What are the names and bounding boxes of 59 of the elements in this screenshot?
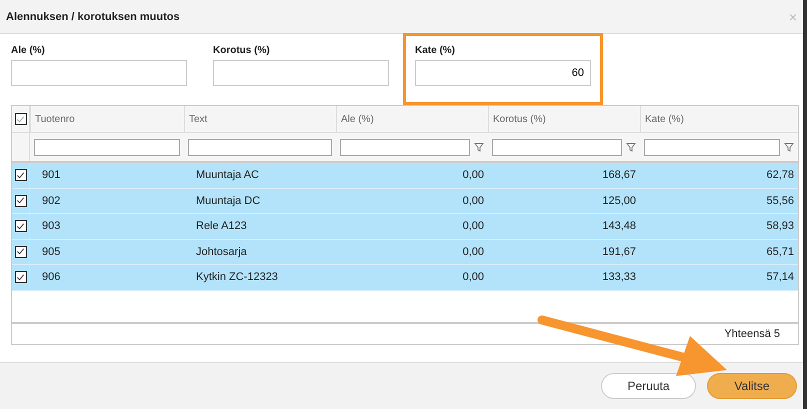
cancel-button[interactable]: Peruuta (601, 373, 696, 399)
input-field[interactable]: 60 (415, 60, 591, 86)
row-checkbox[interactable] (14, 169, 26, 182)
table-cell: 0,00 (462, 194, 484, 207)
filter-field[interactable] (340, 138, 470, 156)
table-row[interactable]: 906 Kytkin ZC-12323 0,00 133,33 57,14 (12, 265, 798, 290)
table-cell: 905 (42, 246, 60, 258)
column-header[interactable]: Kate (%) (645, 114, 684, 124)
input-field[interactable] (11, 60, 187, 86)
table-cell: 143,48 (602, 220, 636, 232)
table-cell: 57,14 (766, 271, 794, 284)
table-cell: 901 (42, 169, 60, 182)
confirm-button[interactable]: Valitse (707, 373, 797, 399)
field-label: Korotus (%) (213, 45, 271, 56)
field-label: Ale (%) (11, 45, 46, 56)
input-field[interactable] (213, 60, 389, 86)
table-cell: Rele A123 (196, 220, 247, 232)
window-title: Alennuksen / korotuksen muutos (6, 10, 180, 22)
filter-icon[interactable] (474, 142, 484, 152)
table-cell: 0,00 (462, 169, 484, 182)
table-cell: Johtosarja (196, 246, 247, 258)
table-cell: 168,67 (602, 169, 636, 182)
column-header[interactable]: Korotus (%) (493, 114, 546, 124)
filter-field[interactable] (644, 138, 780, 156)
table-row[interactable]: 903 Rele A123 0,00 143,48 58,93 (12, 214, 798, 240)
table-cell: Kytkin ZC-12323 (196, 271, 278, 284)
filter-icon[interactable] (626, 142, 636, 152)
table-cell: 191,67 (602, 246, 636, 258)
table-cell: 906 (42, 271, 60, 284)
table-cell: 133,33 (602, 271, 636, 284)
table-cell: Muuntaja DC (196, 194, 260, 207)
row-checkbox[interactable] (14, 220, 26, 232)
total-count: Yhteensä 5 (724, 328, 780, 340)
table-cell: Muuntaja AC (196, 169, 259, 182)
table-cell: 65,71 (766, 246, 794, 258)
table-cell: 0,00 (462, 271, 484, 284)
select-all-checkbox[interactable] (14, 113, 26, 125)
column-header[interactable]: Text (189, 114, 208, 124)
table-cell: 903 (42, 220, 60, 232)
table-row[interactable]: 901 Muuntaja AC 0,00 168,67 62,78 (12, 163, 798, 188)
table-cell: 62,78 (766, 169, 794, 182)
table-cell: 0,00 (462, 246, 484, 258)
column-header[interactable]: Ale (%) (341, 114, 374, 124)
table-cell: 125,00 (602, 194, 636, 207)
column-header[interactable]: Tuotenro (35, 114, 75, 124)
table-cell: 0,00 (462, 220, 484, 232)
table-cell: 55,56 (766, 194, 794, 207)
table-row[interactable]: 905 Johtosarja 0,00 191,67 65,71 (12, 240, 798, 265)
row-checkbox[interactable] (14, 246, 26, 258)
row-checkbox[interactable] (14, 194, 26, 207)
filter-field[interactable] (492, 138, 622, 156)
field-label: Kate (%) (415, 45, 456, 56)
filter-icon[interactable] (784, 142, 794, 152)
filter-field[interactable] (188, 138, 332, 156)
table-cell: 58,93 (766, 220, 794, 232)
filter-field[interactable] (34, 138, 180, 156)
row-checkbox[interactable] (14, 271, 26, 284)
table-row[interactable]: 902 Muuntaja DC 0,00 125,00 55,56 (12, 188, 798, 214)
table-cell: 902 (42, 194, 60, 207)
